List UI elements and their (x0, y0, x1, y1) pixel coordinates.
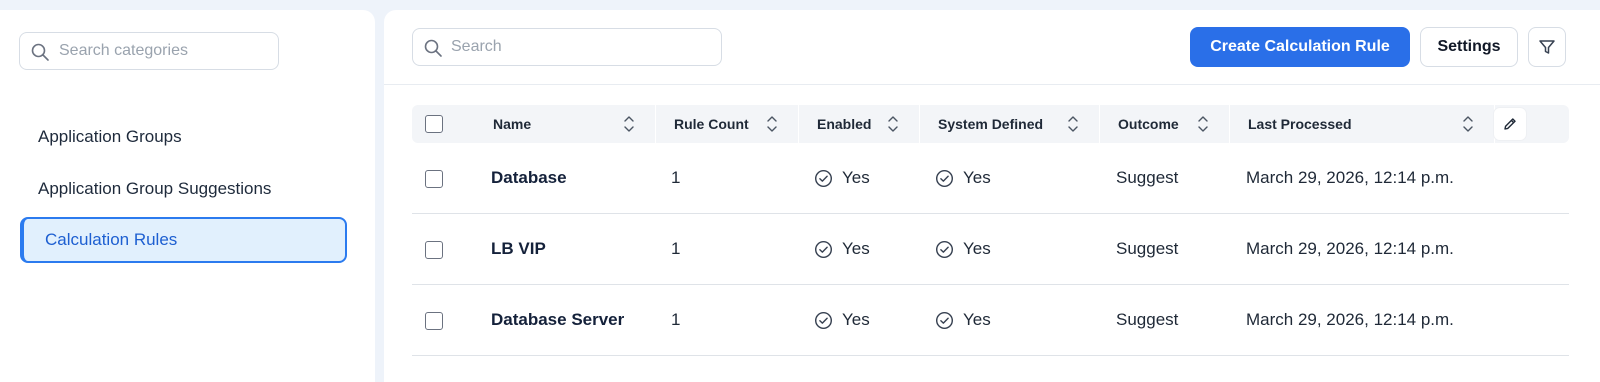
cell-rule-count: 1 (671, 310, 681, 329)
create-calculation-rule-button[interactable]: Create Calculation Rule (1190, 27, 1410, 67)
system-defined-value: Yes (963, 239, 991, 258)
filter-icon (1539, 40, 1555, 54)
column-header-rule-count[interactable]: Rule Count (674, 105, 798, 143)
cell-system-defined: Yes (935, 285, 991, 355)
column-header-name[interactable]: Name (493, 105, 655, 143)
cell-outcome: Suggest (1116, 310, 1179, 329)
sort-icon[interactable] (766, 114, 778, 134)
column-header-label: Last Processed (1248, 116, 1352, 132)
table-header: Name Rule Count Enabled System Defined O… (412, 105, 1569, 143)
column-header-last-processed[interactable]: Last Processed (1248, 105, 1494, 143)
pencil-icon (1504, 118, 1516, 130)
filter-button[interactable] (1528, 27, 1566, 67)
column-header-enabled[interactable]: Enabled (817, 105, 919, 143)
sort-icon[interactable] (887, 114, 899, 134)
system-defined-value: Yes (963, 310, 991, 329)
cell-rule-count: 1 (671, 168, 681, 187)
cell-last-processed: March 29, 2026, 12:14 p.m. (1246, 239, 1454, 258)
search-icon (424, 39, 442, 57)
enabled-value: Yes (842, 310, 870, 329)
select-all-checkbox[interactable] (425, 115, 443, 133)
sort-icon[interactable] (1462, 114, 1474, 134)
sort-icon[interactable] (623, 114, 635, 134)
cell-outcome: Suggest (1116, 168, 1179, 187)
row-checkbox[interactable] (425, 170, 443, 188)
column-divider (1099, 105, 1100, 143)
category-search-field[interactable] (19, 32, 279, 70)
cell-last-processed: March 29, 2026, 12:14 p.m. (1246, 310, 1454, 329)
table-row[interactable]: Database Server 1 Yes Yes Suggest March … (412, 285, 1569, 356)
check-circle-icon (935, 169, 954, 187)
column-divider (655, 105, 656, 143)
column-header-label: Outcome (1118, 116, 1179, 132)
sidebar-item-label: Application Groups (38, 127, 182, 146)
check-circle-icon (814, 169, 833, 187)
search-input[interactable] (451, 37, 711, 57)
enabled-value: Yes (842, 168, 870, 187)
row-checkbox[interactable] (425, 241, 443, 259)
check-circle-icon (935, 311, 954, 329)
cell-name[interactable]: LB VIP (491, 214, 546, 284)
column-header-label: Name (493, 116, 532, 132)
cell-name[interactable]: Database Server (491, 285, 624, 355)
check-circle-icon (814, 240, 833, 258)
column-divider (919, 105, 920, 143)
toolbar-divider (384, 84, 1600, 85)
cell-system-defined: Yes (935, 143, 991, 213)
search-icon (31, 43, 49, 61)
table-row[interactable]: Database 1 Yes Yes Suggest March 29, 202… (412, 143, 1569, 214)
check-circle-icon (935, 240, 954, 258)
system-defined-value: Yes (963, 168, 991, 187)
column-header-label: Enabled (817, 116, 872, 132)
cell-system-defined: Yes (935, 214, 991, 284)
sidebar-item-application-group-suggestions[interactable]: Application Group Suggestions (20, 166, 347, 212)
cell-rule-count: 1 (671, 239, 681, 258)
cell-enabled: Yes (814, 143, 870, 213)
edit-columns-button[interactable] (1494, 108, 1526, 140)
sort-icon[interactable] (1067, 114, 1079, 134)
main-panel: Create Calculation Rule Settings Name Ru… (384, 10, 1600, 382)
column-divider (1229, 105, 1230, 143)
column-header-label: System Defined (938, 116, 1044, 132)
cell-last-processed: March 29, 2026, 12:14 p.m. (1246, 168, 1454, 187)
sidebar-item-label: Calculation Rules (45, 230, 178, 249)
cell-enabled: Yes (814, 214, 870, 284)
settings-button[interactable]: Settings (1420, 27, 1518, 67)
column-header-outcome[interactable]: Outcome (1118, 105, 1229, 143)
sort-icon[interactable] (1197, 114, 1209, 134)
search-field[interactable] (412, 28, 722, 66)
sidebar-item-application-groups[interactable]: Application Groups (20, 114, 347, 160)
check-circle-icon (814, 311, 833, 329)
row-checkbox[interactable] (425, 312, 443, 330)
sidebar-item-label: Application Group Suggestions (38, 179, 272, 198)
sidebar-item-calculation-rules[interactable]: Calculation Rules (20, 217, 347, 263)
table-row[interactable]: LB VIP 1 Yes Yes Suggest March 29, 2026,… (412, 214, 1569, 285)
cell-enabled: Yes (814, 285, 870, 355)
column-header-system-defined[interactable]: System Defined (938, 105, 1099, 143)
cell-outcome: Suggest (1116, 239, 1179, 258)
column-divider (798, 105, 799, 143)
column-header-label: Rule Count (674, 116, 749, 132)
category-sidebar: Application Groups Application Group Sug… (0, 10, 375, 382)
category-search-input[interactable] (59, 42, 269, 60)
cell-name[interactable]: Database (491, 143, 567, 213)
enabled-value: Yes (842, 239, 870, 258)
